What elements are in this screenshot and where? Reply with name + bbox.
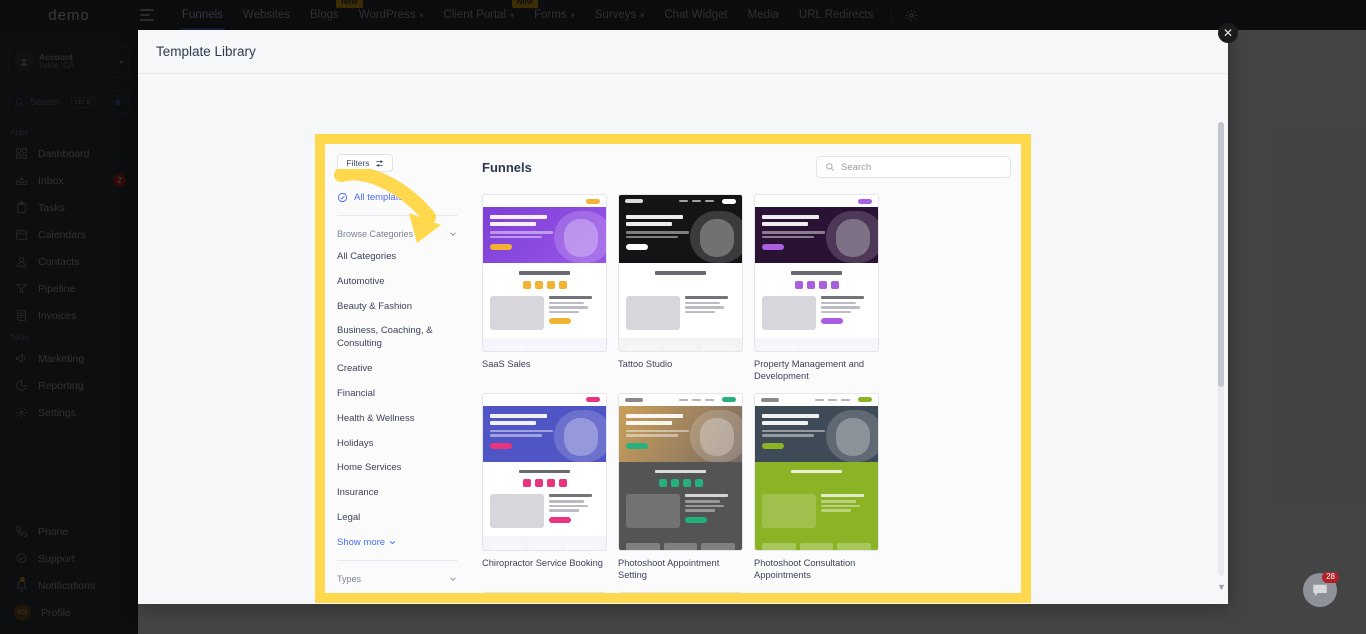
template-search-placeholder: Search <box>841 161 872 173</box>
category-item-financial[interactable]: Financial <box>337 388 458 401</box>
category-list: All Categories Automotive Beauty & Fashion… <box>337 251 458 525</box>
template-thumbnail[interactable] <box>618 194 743 352</box>
template-thumbnail[interactable] <box>482 392 607 551</box>
template-card[interactable]: Tattoo Studio <box>618 194 743 383</box>
show-more-label: Show more <box>337 536 386 548</box>
divider <box>337 559 458 561</box>
template-card[interactable]: Chiropractor Service Booking <box>482 392 607 582</box>
filters-button-label: Filters <box>346 158 370 168</box>
chat-widget-button[interactable]: 28 <box>1303 572 1339 607</box>
category-item-automotive[interactable]: Automotive <box>337 276 458 289</box>
template-thumbnail[interactable] <box>618 392 743 551</box>
scroll-down-icon[interactable]: ▼ <box>1217 582 1226 592</box>
template-name: Property Management and Development <box>754 359 865 381</box>
template-grid: SaaS Sales Tattoo Studio Property Manageme… <box>482 194 1011 593</box>
chat-unread-count: 28 <box>1322 572 1339 583</box>
category-item-health-wellness[interactable]: Health & Wellness <box>337 413 458 426</box>
template-name: Photoshoot Appointment Setting <box>618 557 720 580</box>
modal-scrollbar[interactable]: ▼ <box>1217 122 1226 592</box>
screen-root: demo FunnelsWebsitesBlogsNewWordPress▾Cl… <box>0 0 1366 634</box>
modal-header: Template Library <box>138 30 1228 74</box>
category-item-beauty-fashion[interactable]: Beauty & Fashion <box>337 301 458 314</box>
types-header[interactable]: Types <box>337 574 458 584</box>
results-title: Funnels <box>482 159 532 175</box>
show-more-button[interactable]: Show more <box>337 537 458 548</box>
pointer-arrow-icon <box>333 166 458 264</box>
template-library-modal: Template Library Filters All templates B… <box>138 30 1228 604</box>
template-thumbnail[interactable] <box>618 591 743 593</box>
scrollbar-thumb[interactable] <box>1218 122 1224 387</box>
category-item-creative[interactable]: Creative <box>337 363 458 376</box>
template-name: Tattoo Studio <box>618 359 673 369</box>
category-item-home-services[interactable]: Home Services <box>337 462 458 475</box>
template-search-input[interactable]: Search <box>816 156 1011 178</box>
types-label: Types <box>337 573 362 584</box>
template-name: SaaS Sales <box>482 359 531 369</box>
template-card[interactable]: Photoshoot Appointment Setting <box>618 392 743 582</box>
category-item-insurance[interactable]: Insurance <box>337 487 458 500</box>
chat-icon <box>1313 584 1327 596</box>
template-thumbnail[interactable] <box>482 194 607 352</box>
template-card[interactable]: SaaS Sales <box>482 194 607 383</box>
chevron-down-icon <box>389 540 396 545</box>
template-card[interactable]: Property Management and Development <box>754 194 879 383</box>
template-thumbnail[interactable] <box>754 194 879 352</box>
close-modal-button[interactable]: ✕ <box>1218 23 1238 43</box>
results-header: Funnels Search <box>482 152 1011 182</box>
sliders-icon <box>375 160 383 166</box>
template-card[interactable]: Write Solutions <box>482 591 607 593</box>
modal-body: Filters All templates Browse Categories <box>138 74 1228 604</box>
category-item-legal[interactable]: Legal <box>337 512 458 525</box>
results-panel: Funnels Search SaaS Sales Tattoo Studio Pr… <box>470 144 1021 593</box>
template-thumbnail[interactable] <box>482 591 607 593</box>
template-thumbnail[interactable] <box>754 392 879 551</box>
template-name: Photoshoot Consultation Appointments <box>754 557 856 580</box>
search-icon <box>826 163 835 172</box>
template-name: Chiropractor Service Booking <box>482 557 603 568</box>
template-card[interactable]: Photoshoot Consultation Appointments <box>754 392 879 582</box>
template-card[interactable]: Skin Elevate <box>618 591 743 593</box>
modal-title: Template Library <box>156 44 256 59</box>
category-item-holidays[interactable]: Holidays <box>337 438 458 451</box>
chevron-down-icon <box>450 577 456 581</box>
category-item-business-coaching-consulting[interactable]: Business, Coaching, & Consulting <box>337 325 458 351</box>
